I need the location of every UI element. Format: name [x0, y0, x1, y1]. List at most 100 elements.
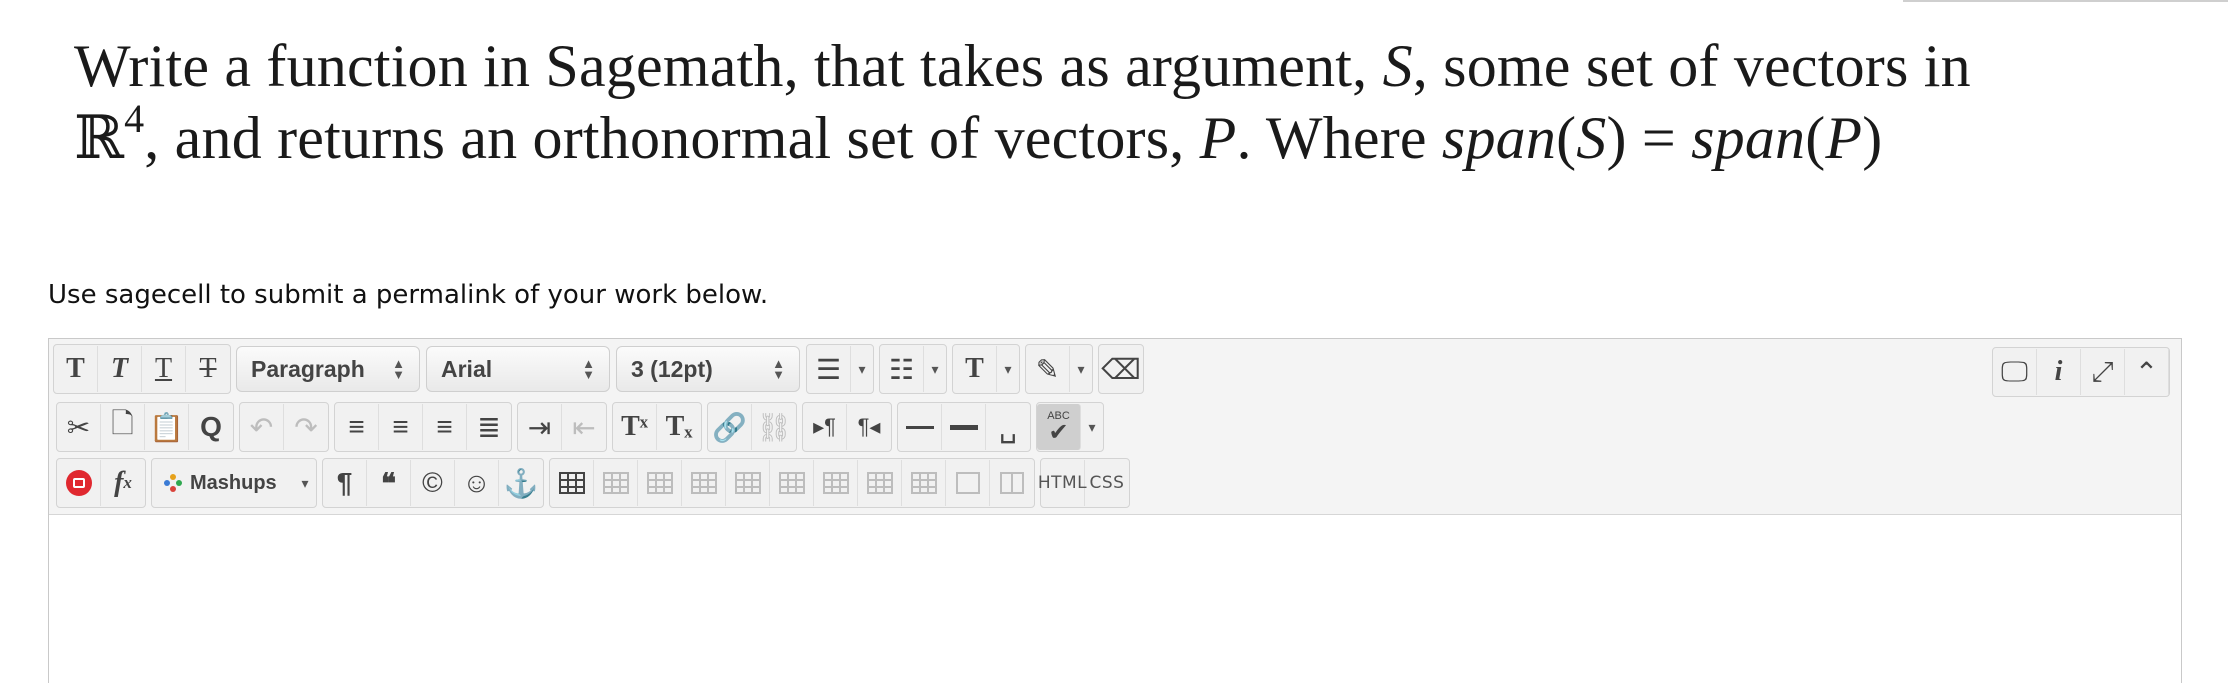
table-split-icon[interactable]	[990, 460, 1034, 506]
table-delete-col-icon[interactable]	[814, 460, 858, 506]
block-format-value: Paragraph	[251, 355, 365, 382]
preview-icon[interactable]: 🖵	[1993, 349, 2037, 395]
font-size-select[interactable]: 3 (12pt) ▲ ▼	[616, 346, 800, 392]
strikethrough-button[interactable]: T	[186, 346, 230, 392]
clipboard-group: ✂ 🗋 📋 Q	[56, 402, 234, 452]
align-justify-icon[interactable]: ≣	[467, 404, 511, 450]
undo-redo-group: ↶ ↷	[239, 402, 329, 452]
bold-button[interactable]: T	[54, 346, 98, 392]
table-row-after-icon[interactable]	[638, 460, 682, 506]
text-color-icon[interactable]: T	[953, 346, 997, 392]
emoticon-icon[interactable]: ☺	[455, 460, 499, 506]
toolbar-row-2: ✂ 🗋 📋 Q ↶ ↷ ≡ ≡ ≡ ≣ ⇥ ⇤ Tˣ Tₓ 🔗 ⛓ ▸¶ ¶◂ …	[56, 401, 1109, 453]
highlighter-icon[interactable]: ✎	[1026, 346, 1070, 392]
anchor-icon[interactable]: ⚓	[499, 460, 543, 506]
copyright-icon[interactable]: ©	[411, 460, 455, 506]
paste-icon[interactable]: 📋	[145, 404, 189, 450]
unlink-icon[interactable]: ⛓	[752, 404, 796, 450]
italic-button[interactable]: T	[98, 346, 142, 392]
mashups-icon	[164, 474, 182, 492]
spellcheck-group: ABC ✔ ▾	[1036, 402, 1104, 452]
mashups-label: Mashups	[190, 471, 277, 494]
eraser-icon[interactable]: ⌫	[1099, 346, 1143, 392]
bullet-list-dropdown[interactable]: ▾	[851, 346, 873, 392]
text-color-group: T ▾	[952, 344, 1020, 394]
view-group: 🖵 i ⤢ ⌃	[1992, 347, 2170, 397]
highlight-group: ✎ ▾	[1025, 344, 1093, 394]
spellcheck-dropdown[interactable]: ▾	[1081, 404, 1103, 450]
mashups-dropdown[interactable]: ▾	[294, 460, 316, 506]
redo-icon[interactable]: ↷	[284, 404, 328, 450]
superscript-icon[interactable]: Tˣ	[613, 404, 657, 450]
question-text: Write a function in Sagemath, that takes…	[74, 30, 2194, 174]
collapse-toolbar-icon[interactable]: ⌃	[2125, 349, 2169, 395]
nonbreaking-space-icon[interactable]: ␣	[986, 404, 1030, 450]
block-format-select[interactable]: Paragraph ▲ ▼	[236, 346, 420, 392]
code-view-group: HTML CSS	[1038, 458, 1130, 508]
select-arrows-icon: ▲ ▼	[772, 356, 785, 382]
horizontal-line-icon[interactable]	[898, 404, 942, 450]
script-group: Tˣ Tₓ	[612, 402, 702, 452]
find-icon[interactable]: Q	[189, 404, 233, 450]
rtl-icon[interactable]: ¶◂	[847, 404, 891, 450]
table-cell-props-icon[interactable]	[902, 460, 946, 506]
mashups-button[interactable]: Mashups	[152, 460, 294, 506]
align-left-icon[interactable]: ≡	[335, 404, 379, 450]
copy-icon[interactable]: 🗋	[101, 404, 145, 450]
rule-group: ␣	[897, 402, 1031, 452]
toolbar-row-3: fx Mashups ▾ ¶ ❝ © ☺ ⚓ HTML CSS	[56, 457, 1135, 509]
link-icon[interactable]: 🔗	[708, 404, 752, 450]
underline-button[interactable]: T	[142, 346, 186, 392]
subscript-icon[interactable]: Tₓ	[657, 404, 701, 450]
indent-group: ⇥ ⇤	[517, 402, 607, 452]
ltr-icon[interactable]: ▸¶	[803, 404, 847, 450]
text-color-dropdown[interactable]: ▾	[997, 346, 1019, 392]
bullet-list-icon[interactable]: ☰	[807, 346, 851, 392]
table-group	[549, 458, 1035, 508]
insert-symbols-group: ¶ ❝ © ☺ ⚓	[322, 458, 544, 508]
font-family-select[interactable]: Arial ▲ ▼	[426, 346, 610, 392]
info-icon[interactable]: i	[2037, 349, 2081, 395]
highlight-dropdown[interactable]: ▾	[1070, 346, 1092, 392]
text-style-group: T T T T	[53, 344, 231, 394]
insert-media-group: fx	[56, 458, 146, 508]
outdent-icon[interactable]: ⇤	[562, 404, 606, 450]
select-arrows-icon: ▲ ▼	[582, 356, 595, 382]
question-line-2: ℝ4, and returns an orthonormal set of ve…	[74, 96, 1883, 172]
table-row-before-icon[interactable]	[594, 460, 638, 506]
table-icon[interactable]	[550, 460, 594, 506]
table-merge-icon[interactable]	[946, 460, 990, 506]
alignment-group: ≡ ≡ ≡ ≣	[334, 402, 512, 452]
instruction-text: Use sagecell to submit a permalink of yo…	[48, 280, 769, 310]
bullet-list-group: ☰ ▾	[806, 344, 874, 394]
undo-icon[interactable]: ↶	[240, 404, 284, 450]
table-row-props-icon[interactable]	[858, 460, 902, 506]
spellcheck-icon[interactable]: ABC ✔	[1037, 404, 1081, 450]
youtube-icon[interactable]	[57, 460, 101, 506]
font-size-value: 3 (12pt)	[631, 355, 713, 382]
table-col-before-icon[interactable]	[726, 460, 770, 506]
thick-line-icon[interactable]	[942, 404, 986, 450]
numbered-list-group: ☷ ▾	[879, 344, 947, 394]
table-col-after-icon[interactable]	[770, 460, 814, 506]
align-right-icon[interactable]: ≡	[423, 404, 467, 450]
mashups-group: Mashups ▾	[151, 458, 317, 508]
blockquote-icon[interactable]: ❝	[367, 460, 411, 506]
top-divider	[1903, 0, 2228, 2]
rich-text-editor: T T T T Paragraph ▲ ▼ Arial ▲ ▼ 3 (12pt) ▲…	[48, 338, 2182, 684]
table-delete-row-icon[interactable]	[682, 460, 726, 506]
numbered-list-icon[interactable]: ☷	[880, 346, 924, 392]
cut-icon[interactable]: ✂	[57, 404, 101, 450]
toolbar-right-group: 🖵 i ⤢ ⌃	[1992, 347, 2175, 397]
align-center-icon[interactable]: ≡	[379, 404, 423, 450]
fullscreen-icon[interactable]: ⤢	[2081, 349, 2125, 395]
editor-content-area[interactable]	[49, 515, 2181, 684]
select-arrows-icon: ▲ ▼	[392, 356, 405, 382]
html-view-button[interactable]: HTML	[1038, 460, 1087, 506]
indent-icon[interactable]: ⇥	[518, 404, 562, 450]
paragraph-mark-icon[interactable]: ¶	[323, 460, 367, 506]
css-view-button[interactable]: CSS	[1085, 460, 1129, 506]
font-family-value: Arial	[441, 355, 493, 382]
numbered-list-dropdown[interactable]: ▾	[924, 346, 946, 392]
formula-icon[interactable]: fx	[101, 460, 145, 506]
